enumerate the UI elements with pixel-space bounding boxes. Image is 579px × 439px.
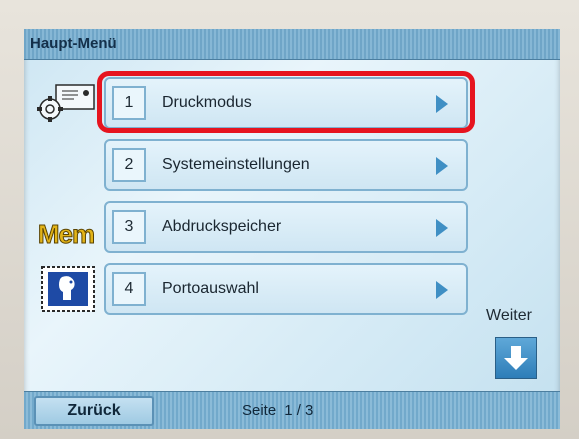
menu-item-number: 3 bbox=[112, 210, 146, 244]
memory-icon: Mem bbox=[30, 214, 102, 254]
settings-gear-icon bbox=[34, 81, 98, 125]
arrow-down-icon bbox=[504, 346, 528, 370]
memory-icon-label: Mem bbox=[37, 218, 95, 249]
menu-item-label: Abdruckspeicher bbox=[162, 218, 282, 235]
stamp-icon bbox=[38, 263, 98, 315]
menu-item-portoauswahl[interactable]: 4 Portoauswahl bbox=[104, 263, 468, 315]
menu-item-number: 2 bbox=[112, 148, 146, 182]
chevron-right-icon bbox=[436, 95, 448, 113]
header-bar: Haupt-Menü bbox=[24, 29, 560, 60]
next-label: Weiter bbox=[486, 307, 532, 324]
page-title: Haupt-Menü bbox=[30, 35, 117, 52]
menu-item-label: Systemeinstellungen bbox=[162, 156, 310, 173]
menu-item-label: Druckmodus bbox=[162, 94, 252, 111]
chevron-right-icon bbox=[436, 219, 448, 237]
menu-item-druckmodus[interactable]: 1 Druckmodus bbox=[104, 77, 468, 129]
menu-item-abdruckspeicher[interactable]: 3 Abdruckspeicher bbox=[104, 201, 468, 253]
back-button[interactable]: Zurück bbox=[34, 396, 154, 426]
page-label: Seite bbox=[242, 402, 277, 419]
chevron-right-icon bbox=[436, 157, 448, 175]
footer-bar: Zurück Seite 1 / 3 bbox=[24, 391, 560, 429]
menu-item-systemeinstellungen[interactable]: 2 Systemeinstellungen bbox=[104, 139, 468, 191]
next-page-button[interactable] bbox=[495, 337, 537, 379]
menu-item-number: 1 bbox=[112, 86, 146, 120]
page-indicator: Seite 1 / 3 bbox=[242, 402, 321, 419]
menu-item-number: 4 bbox=[112, 272, 146, 306]
screen: Haupt-Menü Mem 1 Druckmodus 2 Systemeins… bbox=[24, 29, 560, 429]
menu-item-label: Portoauswahl bbox=[162, 280, 259, 297]
page-value: 1 / 3 bbox=[284, 402, 314, 419]
chevron-right-icon bbox=[436, 281, 448, 299]
